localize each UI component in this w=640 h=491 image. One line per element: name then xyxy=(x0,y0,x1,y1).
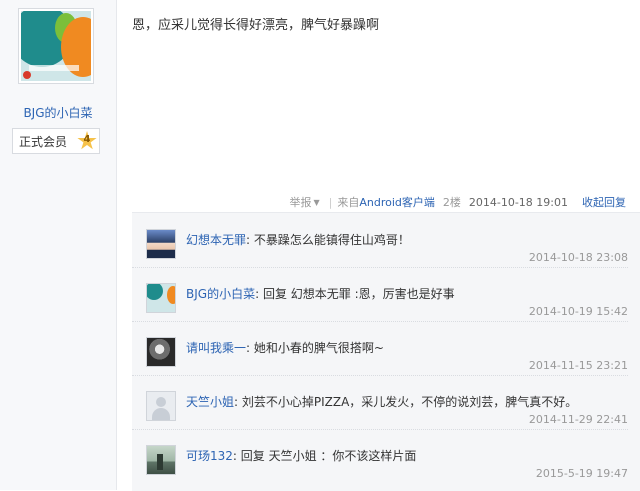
colon: : xyxy=(255,287,263,301)
reply-line: 可玚132: 回复 天竺小姐 ：你不该这样片面 xyxy=(186,447,416,464)
reply-time: 2014-11-29 22:41 xyxy=(528,413,628,426)
level-number: 4 xyxy=(83,134,91,145)
list-item: 天竺小姐: 刘芸不小心掉PIZZA，采儿发火，不停的说刘芸，脾气真不好。 201… xyxy=(132,375,628,430)
avatar[interactable] xyxy=(146,283,176,313)
reply-line: 幻想本无罪: 不暴躁怎么能镇得住山鸡哥！ xyxy=(186,231,410,248)
reply-time: 2014-11-15 23:21 xyxy=(528,359,628,372)
colon: : xyxy=(232,449,241,463)
list-item: BJG的小白菜: 回复 幻想本无罪 :恩，厉害也是好事 2014-10-19 1… xyxy=(132,267,628,322)
reply-author[interactable]: 幻想本无罪 xyxy=(186,233,246,247)
author-avatar[interactable] xyxy=(18,8,94,84)
reply-line: 天竺小姐: 刘芸不小心掉PIZZA，采儿发火，不停的说刘芸，脾气真不好。 xyxy=(186,393,577,410)
level-star-icon: 4 xyxy=(77,131,97,151)
colon: : xyxy=(234,395,242,409)
avatar-image xyxy=(21,11,91,81)
reply-author[interactable]: 可玚132 xyxy=(186,449,233,463)
avatar[interactable] xyxy=(146,229,176,259)
member-label: 正式会员 xyxy=(19,134,68,149)
reply-text: 刘芸不小心掉PIZZA，采儿发火，不停的说刘芸，脾气真不好。 xyxy=(241,395,578,409)
reply-text: 回复 天竺小姐 ：你不该这样片面 xyxy=(240,449,417,463)
floor-number: 2楼 xyxy=(442,196,461,209)
author-sidebar: BJG的小白菜 正式会员 4 xyxy=(0,0,117,490)
list-item: 请叫我乘一: 她和小春的脾气很搭啊~ 2014-11-15 23:21 xyxy=(132,321,628,376)
colon: : xyxy=(246,341,254,355)
reply-time: 2014-10-18 23:08 xyxy=(528,251,628,264)
author-name[interactable]: BJG的小白菜 xyxy=(0,104,116,121)
reply-time: 2014-10-19 15:42 xyxy=(528,305,628,318)
avatar[interactable] xyxy=(146,391,176,421)
reply-text: 不暴躁怎么能镇得住山鸡哥！ xyxy=(253,233,410,247)
reply-time: 2015-5-19 19:47 xyxy=(535,467,628,480)
source-prefix: 来自 xyxy=(337,196,360,209)
reply-text: 回复 幻想本无罪 :恩，厉害也是好事 xyxy=(262,287,455,301)
reply-author[interactable]: 请叫我乘一 xyxy=(186,341,246,355)
reply-line: 请叫我乘一: 她和小春的脾气很搭啊~ xyxy=(186,339,384,356)
source-device-link[interactable]: Android客户端 xyxy=(359,194,435,210)
report-button[interactable]: 举报 xyxy=(289,194,311,210)
collapse-replies-button[interactable]: 收起回复 xyxy=(582,194,626,210)
member-badge: 正式会员 4 xyxy=(12,128,100,154)
reply-text: 她和小春的脾气很搭啊~ xyxy=(253,341,384,355)
colon: : xyxy=(246,233,254,247)
divider: | xyxy=(328,195,333,209)
post-content: 恩，应采儿觉得长得好漂亮，脾气好暴躁啊 xyxy=(132,18,380,33)
avatar[interactable] xyxy=(146,445,176,475)
reply-author[interactable]: 天竺小姐 xyxy=(186,395,234,409)
reply-author[interactable]: BJG的小白菜 xyxy=(186,287,255,301)
list-item: 可玚132: 回复 天竺小姐 ：你不该这样片面 2015-5-19 19:47 xyxy=(132,429,628,483)
reply-list: 幻想本无罪: 不暴躁怎么能镇得住山鸡哥！ 2014-10-18 23:08 BJ… xyxy=(132,212,640,491)
post-time: 2014-10-18 19:01 xyxy=(468,195,568,209)
reply-line: BJG的小白菜: 回复 幻想本无罪 :恩，厉害也是好事 xyxy=(186,285,455,302)
list-item: 幻想本无罪: 不暴躁怎么能镇得住山鸡哥！ 2014-10-18 23:08 xyxy=(132,213,628,268)
chevron-down-icon[interactable]: ▼ xyxy=(313,198,319,207)
post-meta: 举报 ▼ | 来自 Android客户端 2楼 2014-10-18 19:01… xyxy=(289,194,626,210)
avatar[interactable] xyxy=(146,337,176,367)
